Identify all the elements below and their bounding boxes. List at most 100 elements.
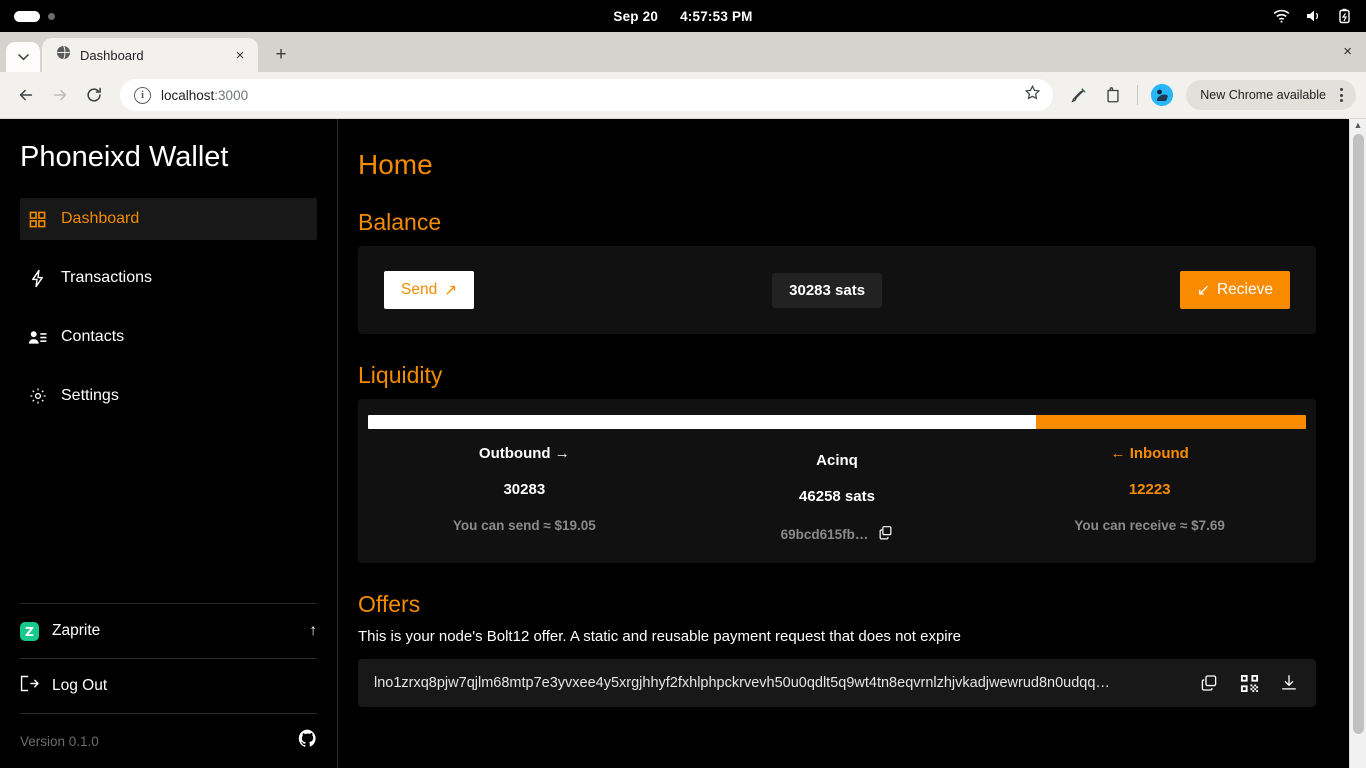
window-close-button[interactable]: × [1343,44,1352,59]
grid-icon [28,210,47,229]
sidebar-item-label: Contacts [61,328,125,345]
copy-icon[interactable] [1198,674,1220,692]
version-label: Version 0.1.0 [20,733,99,749]
arrow-down-left-icon: ↙ [1196,281,1210,299]
receive-button[interactable]: ↙ Recieve [1179,271,1290,309]
inbound-note: You can receive ≈ $7.69 [1074,518,1225,533]
sidebar-version-row: Version 0.1.0 [20,713,317,768]
liquidity-bar-inbound [1035,415,1306,429]
browser-toolbar: i localhost:3000 New Chrome available [0,72,1366,119]
liquidity-card: Outbound → 30283 You can send ≈ $19.05 A… [358,399,1316,563]
offers-description: This is your node's Bolt12 offer. A stat… [358,628,961,645]
bookmark-star-icon[interactable] [1024,84,1041,106]
back-icon[interactable] [10,79,42,111]
sidebar-logout-button[interactable]: Log Out [20,658,317,713]
lightning-icon [28,269,47,288]
outbound-title: Outbound → [368,445,681,462]
offers-heading: Offers [358,591,421,617]
balance-card: Send ↗ 30283 sats ↙ Recieve [358,246,1316,334]
page-viewport: Phoneixd Wallet Dashboard Transactions C… [0,119,1366,768]
os-pill-indicator [14,10,40,22]
sidebar-item-dashboard[interactable]: Dashboard [20,198,317,240]
browser-menu-icon[interactable] [1330,88,1352,102]
app-brand-title: Phoneixd Wallet [20,141,229,173]
reload-icon[interactable] [78,79,110,111]
wifi-icon[interactable] [1273,9,1290,23]
url-text: localhost:3000 [161,88,1014,103]
sidebar-item-contacts[interactable]: Contacts [20,316,317,358]
offer-string: lno1zrxq8pjw7qjlm68mtp7e3yvxee4y5xrgjhhy… [374,675,1110,691]
arrow-up-right-icon: ↗ [444,281,458,299]
os-status-bar: Sep 20 4:57:53 PM [0,0,1366,32]
sidebar-nav: Dashboard Transactions Contacts Settings [20,198,317,434]
profile-picture [1151,84,1174,106]
page-scrollbar[interactable]: ▲ [1349,119,1366,768]
github-icon[interactable] [298,729,317,753]
qr-code-icon[interactable] [1238,674,1260,693]
copy-icon[interactable] [878,525,893,543]
offer-string-box[interactable]: lno1zrxq8pjw7qjlm68mtp7e3yvxee4y5xrgjhhy… [358,659,1316,707]
main-content: Home Balance Send ↗ 30283 sats ↙ Recieve… [338,119,1366,768]
os-time: 4:57:53 PM [680,8,753,24]
sidebar-item-label: Dashboard [61,210,140,227]
scrollbar-thumb[interactable] [1352,134,1364,734]
peer-capacity: 46258 sats [799,488,875,505]
battery-charging-icon[interactable] [1338,8,1352,24]
logout-icon [20,675,39,697]
browser-tab-title: Dashboard [80,47,144,63]
outbound-value: 30283 [503,481,546,498]
sidebar-item-transactions[interactable]: Transactions [20,257,317,299]
forward-icon[interactable] [44,79,76,111]
volume-icon[interactable] [1306,9,1322,23]
url-port: :3000 [214,87,249,103]
extensions-icon[interactable] [1097,79,1129,111]
chrome-update-button[interactable]: New Chrome available [1186,80,1356,110]
inbound-label: Inbound [1129,445,1189,462]
eyedropper-icon[interactable] [1063,79,1095,111]
site-info-icon[interactable]: i [134,86,151,104]
download-icon[interactable] [1278,674,1300,692]
liquidity-heading: Liquidity [358,362,443,388]
scroll-up-arrow-icon[interactable]: ▲ [1354,119,1363,133]
outbound-label: Outbound [478,445,551,462]
send-button[interactable]: Send ↗ [384,271,475,309]
new-tab-button[interactable]: + [266,40,296,70]
os-indicators [0,10,55,22]
sidebar-item-label: Settings [61,387,119,404]
url-host: localhost [161,87,215,103]
peer-node-id: 69bcd615fb… [780,526,869,542]
zaprite-label: Zaprite [52,622,101,639]
zaprite-icon: Z [20,621,39,641]
balance-amount: 30283 sats [772,272,883,308]
arrow-right-icon: → [554,445,570,462]
logout-label: Log Out [52,677,108,694]
address-bar[interactable]: i localhost:3000 [120,79,1054,111]
browser-tab[interactable]: Dashboard × [42,38,258,72]
external-link-arrow-icon: ↑ [309,622,317,639]
peer-name: Acinq [816,452,858,469]
chrome-update-label: New Chrome available [1200,88,1326,102]
page-title: Home [358,149,433,180]
peer-node-id-row: 69bcd615fb… [681,525,994,543]
sidebar-item-settings[interactable]: Settings [20,375,317,417]
avatar[interactable] [1146,79,1178,111]
arrow-left-icon: ← [1110,445,1126,462]
os-date: Sep 20 [613,8,659,24]
sidebar-item-label: Transactions [61,269,152,286]
sidebar: Phoneixd Wallet Dashboard Transactions C… [0,119,338,768]
close-icon[interactable]: × [230,45,250,65]
liquidity-bar [368,415,1306,429]
toolbar-divider [1137,85,1139,105]
os-clock-group: Sep 20 4:57:53 PM [0,0,1366,32]
liquidity-peer: Acinq 46258 sats 69bcd615fb… [681,445,994,543]
sidebar-zaprite-link[interactable]: Z Zaprite ↑ [20,603,317,658]
inbound-title: ← Inbound [993,445,1306,462]
os-dot-indicator [48,12,55,20]
liquidity-columns: Outbound → 30283 You can send ≈ $19.05 A… [368,445,1306,543]
gear-icon [28,387,47,406]
chevron-down-icon[interactable] [6,42,40,72]
browser-tabstrip: Dashboard × + × [0,32,1366,72]
liquidity-inbound: ← Inbound 12223 You can receive ≈ $7.69 [993,445,1306,543]
balance-heading: Balance [358,209,442,235]
